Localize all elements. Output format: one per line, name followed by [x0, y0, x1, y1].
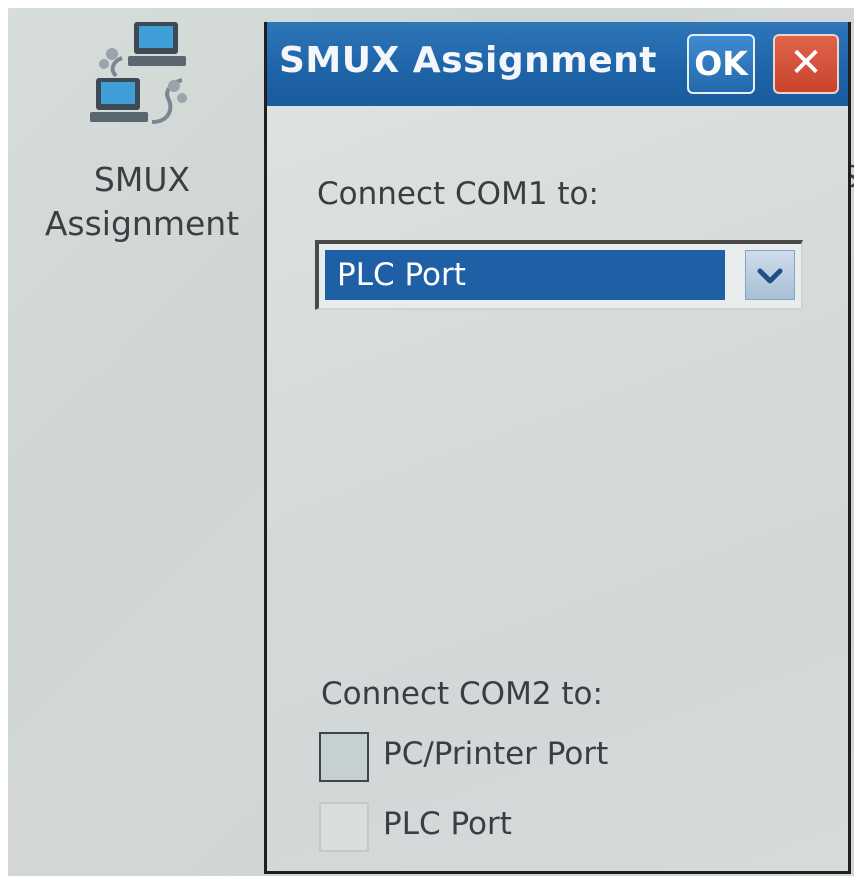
desktop: SMUX Assignment S SMUX Assignment OK ✕ C…	[8, 8, 854, 876]
plc-port-checkbox[interactable]	[319, 802, 369, 852]
ok-button[interactable]: OK	[687, 34, 755, 94]
com1-select[interactable]: PLC Port	[315, 240, 803, 310]
com2-label: Connect COM2 to:	[321, 676, 603, 712]
com1-selected-value[interactable]: PLC Port	[325, 250, 725, 300]
dialog-title: SMUX Assignment	[279, 40, 657, 81]
dialog-body: Connect COM1 to: PLC Port Connect COM2 t…	[267, 106, 848, 871]
desktop-icon-label: SMUX Assignment	[44, 160, 240, 243]
plc-port-label[interactable]: PLC Port	[383, 806, 512, 842]
pc-printer-label[interactable]: PC/Printer Port	[383, 736, 608, 772]
chevron-down-icon	[757, 268, 783, 284]
dropdown-arrow-button[interactable]	[745, 250, 795, 300]
com1-label: Connect COM1 to:	[317, 176, 599, 212]
computers-network-icon	[90, 22, 187, 124]
desktop-shortcut-smux-assignment[interactable]: SMUX Assignment	[22, 18, 252, 258]
close-button[interactable]: ✕	[773, 34, 839, 94]
dialog-titlebar[interactable]: SMUX Assignment OK ✕	[267, 22, 848, 106]
smux-assignment-dialog: SMUX Assignment OK ✕ Connect COM1 to: PL…	[264, 22, 851, 874]
pc-printer-checkbox[interactable]	[319, 732, 369, 782]
